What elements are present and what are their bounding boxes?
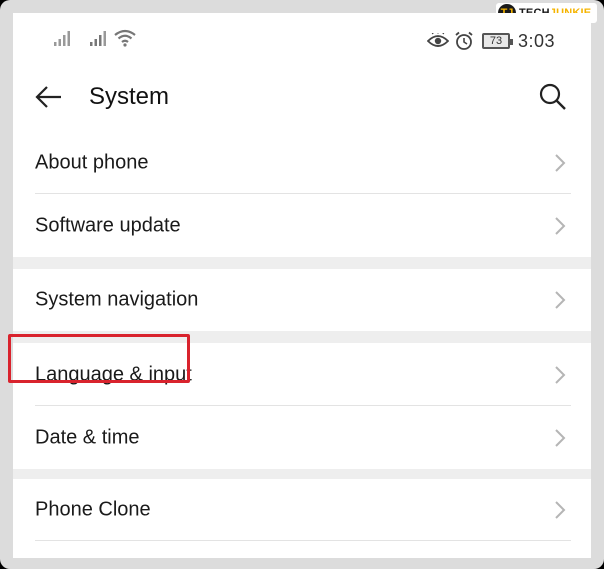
screenshot-frame: TJ TECHJUNKIE — [0, 0, 604, 569]
chevron-right-icon — [555, 291, 566, 309]
alarm-icon — [455, 31, 473, 50]
settings-group-3: Language & input Date & time — [13, 343, 591, 469]
eye-comfort-icon — [427, 33, 449, 47]
settings-item-phone-clone[interactable]: Phone Clone — [13, 479, 591, 541]
settings-item-label: System navigation — [35, 288, 199, 311]
arrow-left-icon[interactable] — [33, 83, 65, 111]
phone-screen: 73 3:03 System About phone Software upda… — [13, 13, 591, 558]
settings-item-software-update[interactable]: Software update — [13, 194, 591, 257]
settings-item-label: About phone — [35, 151, 149, 173]
chevron-right-icon — [555, 501, 566, 519]
settings-group-1: About phone Software update — [13, 131, 591, 257]
chevron-right-icon — [555, 216, 566, 235]
search-icon[interactable] — [537, 81, 569, 113]
settings-item-about-phone[interactable]: About phone — [13, 131, 591, 194]
battery-level: 73 — [489, 35, 503, 47]
app-header: System — [13, 69, 591, 129]
signal-icon — [90, 31, 106, 46]
settings-item-label: Phone Clone — [35, 498, 151, 521]
page-title: System — [89, 83, 170, 110]
battery-icon: 73 — [482, 33, 513, 49]
group-separator — [13, 331, 591, 343]
settings-group-4: Phone Clone — [13, 479, 591, 541]
group-separator — [13, 469, 591, 479]
chevron-right-icon — [555, 153, 566, 172]
chevron-right-icon — [555, 365, 566, 384]
signal-icon — [54, 31, 70, 46]
group-separator — [13, 257, 591, 269]
settings-item-label: Language & input — [35, 363, 192, 385]
status-right-group: 73 3:03 — [427, 28, 555, 54]
settings-item-language-input[interactable]: Language & input — [13, 343, 591, 406]
settings-item-system-navigation[interactable]: System navigation — [13, 269, 591, 331]
row-divider — [35, 540, 571, 541]
settings-group-2: System navigation — [13, 269, 591, 331]
settings-item-date-time[interactable]: Date & time — [13, 406, 591, 469]
status-time: 3:03 — [518, 30, 556, 51]
settings-item-label: Date & time — [35, 426, 140, 448]
status-bar: 73 3:03 — [13, 13, 591, 69]
chevron-right-icon — [555, 428, 566, 447]
wifi-icon — [114, 29, 136, 47]
settings-item-label: Software update — [35, 214, 181, 236]
